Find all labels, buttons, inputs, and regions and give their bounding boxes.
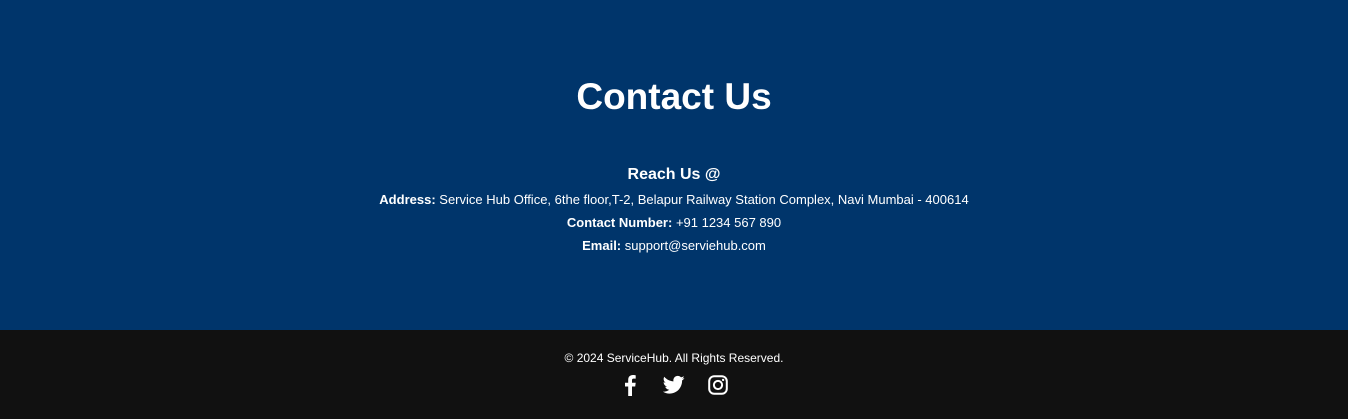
contact-title: Contact Us	[576, 76, 772, 117]
contact-section: Contact Us Reach Us @ Address: Service H…	[0, 0, 1348, 330]
address-value: Service Hub Office, 6the floor,T-2, Bela…	[439, 192, 969, 207]
instagram-icon	[708, 375, 728, 395]
facebook-link[interactable]	[619, 374, 641, 396]
copyright-text: © 2024 ServiceHub. All Rights Reserved.	[564, 351, 784, 365]
instagram-link[interactable]	[707, 374, 729, 396]
social-links	[0, 374, 1348, 396]
address-label: Address:	[379, 192, 436, 207]
address-line: Address: Service Hub Office, 6the floor,…	[0, 192, 1348, 208]
email-line: Email: support@serviehub.com	[0, 238, 1348, 254]
phone-value: +91 1234 567 890	[675, 215, 782, 230]
facebook-icon	[625, 375, 636, 396]
reach-us-heading: Reach Us @	[627, 166, 721, 183]
twitter-link[interactable]	[663, 374, 685, 396]
twitter-icon	[663, 375, 685, 394]
email-value: support@serviehub.com	[624, 238, 766, 253]
email-label: Email:	[582, 238, 622, 253]
footer: © 2024 ServiceHub. All Rights Reserved.	[0, 330, 1348, 419]
phone-label: Contact Number:	[566, 215, 673, 230]
phone-line: Contact Number: +91 1234 567 890	[0, 215, 1348, 231]
